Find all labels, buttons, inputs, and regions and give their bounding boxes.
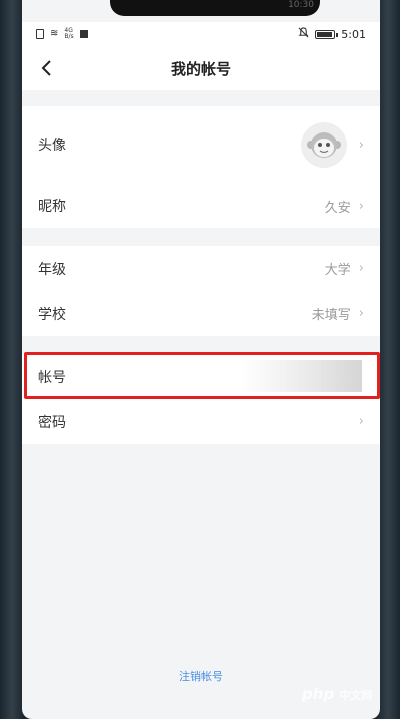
chevron-right-icon: › — [358, 261, 364, 276]
camera-notch: 10:30 — [110, 0, 320, 16]
nickname-label: 昵称 — [38, 199, 66, 215]
app-screen: 10:30 ≋ 4G B/s 5:01 我的帐号 头像 › 昵称 久安 › 年级… — [22, 0, 380, 719]
account-value-blurred — [242, 360, 362, 392]
status-left: ≋ 4G B/s — [36, 28, 88, 40]
grade-value: 大学 — [324, 263, 351, 278]
chevron-right-icon: › — [358, 414, 364, 429]
network-label-bottom: B/s — [64, 33, 74, 40]
chevron-right-icon: › — [358, 306, 364, 321]
page-title: 我的帐号 — [170, 59, 231, 78]
logout-account-link[interactable]: 注销帐号 — [22, 668, 380, 684]
avatar — [300, 122, 347, 168]
chevron-right-icon: › — [358, 137, 364, 153]
chevron-left-icon — [41, 60, 51, 76]
password-row[interactable]: 密码 › — [22, 399, 380, 444]
wifi-icon: ≋ — [50, 28, 59, 39]
avatar-row[interactable]: 头像 › — [22, 106, 380, 184]
school-label: 学校 — [38, 306, 66, 323]
document-icon — [36, 29, 44, 39]
watermark-main: php — [302, 685, 335, 703]
nickname-row[interactable]: 昵称 久安 › — [22, 184, 380, 228]
chevron-right-icon: › — [358, 198, 364, 214]
nav-bar: 我的帐号 — [22, 46, 380, 90]
mute-bell-icon — [298, 27, 309, 41]
grade-label: 年级 — [38, 261, 66, 278]
school-group: 年级 大学 › 学校 未填写 › — [22, 246, 380, 336]
network-speed: 4G B/s — [64, 28, 73, 40]
profile-group: 头像 › 昵称 久安 › — [22, 106, 380, 228]
battery-icon — [315, 29, 339, 39]
battery-level — [317, 31, 332, 37]
account-label: 帐号 — [38, 369, 66, 386]
watermark-sub: 中文网 — [339, 689, 373, 702]
notch-time: 10:30 — [288, 0, 314, 10]
nickname-value: 久安 — [324, 200, 351, 216]
school-row[interactable]: 学校 未填写 › — [22, 291, 380, 336]
site-watermark: php 中文网 — [302, 685, 372, 703]
clock: 5:01 — [341, 27, 366, 41]
password-label: 密码 — [38, 414, 66, 431]
school-value: 未填写 — [311, 308, 351, 323]
monkey-face-icon — [306, 132, 341, 158]
notification-icon — [79, 30, 88, 38]
avatar-label: 头像 — [38, 138, 66, 154]
status-right: 5:01 — [298, 27, 366, 41]
back-button[interactable] — [34, 56, 58, 80]
grade-row[interactable]: 年级 大学 › — [22, 246, 380, 291]
status-bar: ≋ 4G B/s 5:01 — [22, 22, 380, 46]
